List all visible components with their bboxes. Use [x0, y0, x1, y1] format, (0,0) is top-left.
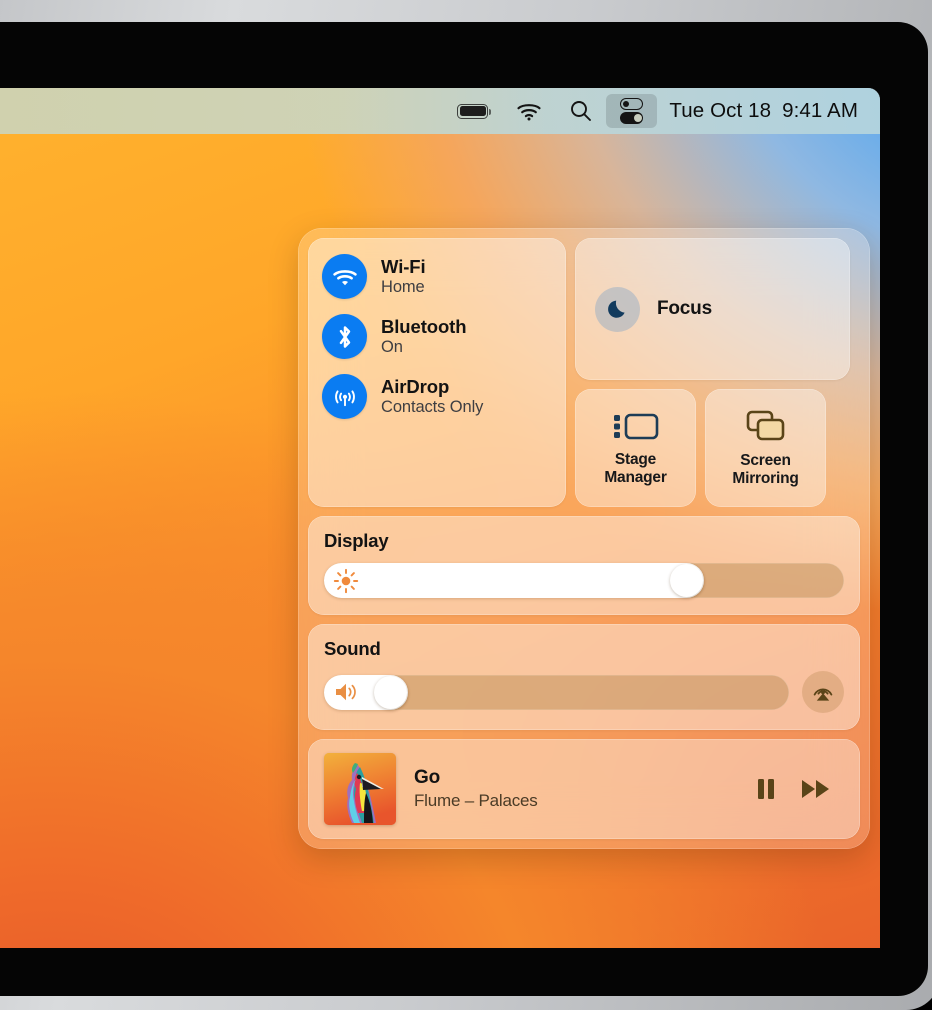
display-module: Display	[308, 516, 860, 615]
control-center-right-column: Focus Stage Manager Screen Mirroring	[575, 238, 850, 507]
menu-bar-clock[interactable]: Tue Oct 18 9:41 AM	[657, 99, 862, 123]
airdrop-control[interactable]: AirDrop Contacts Only	[322, 374, 552, 419]
sound-module: Sound	[308, 624, 860, 730]
macbook-body: Tue Oct 18 9:41 AM Wi-Fi Home Bluetooth …	[0, 0, 932, 1010]
album-artwork[interactable]	[324, 753, 396, 825]
wifi-icon	[322, 254, 367, 299]
sound-airplay-button[interactable]	[802, 671, 844, 713]
display-slider-row	[324, 563, 844, 598]
airdrop-title: AirDrop	[381, 376, 450, 398]
brightness-icon	[333, 568, 359, 593]
pause-button[interactable]	[754, 776, 778, 802]
airdrop-icon	[322, 374, 367, 419]
now-playing-title: Go	[414, 767, 440, 788]
menu-bar-battery[interactable]	[443, 94, 502, 128]
control-center-icon	[620, 98, 644, 124]
bluetooth-title: Bluetooth	[381, 316, 467, 338]
focus-control[interactable]: Focus	[575, 238, 850, 380]
battery-icon	[457, 103, 492, 119]
screen-mirroring-label: Screen Mirroring	[732, 452, 798, 487]
fast-forward-icon	[802, 780, 829, 798]
wifi-title: Wi-Fi	[381, 256, 426, 278]
sound-title: Sound	[324, 638, 381, 659]
focus-label: Focus	[657, 298, 712, 319]
stage-manager-tile[interactable]: Stage Manager	[575, 389, 696, 507]
now-playing-module: Go Flume – Palaces	[308, 739, 860, 839]
stage-manager-icon	[613, 413, 658, 440]
fast-forward-button[interactable]	[800, 776, 832, 802]
screen-mirroring-label-line1: Screen	[740, 452, 791, 469]
display-title: Display	[324, 530, 389, 551]
bluetooth-icon	[322, 314, 367, 359]
sound-slider-row	[324, 671, 844, 713]
wifi-status: Home	[381, 277, 425, 296]
stage-manager-label-line1: Stage	[614, 451, 657, 468]
menu-bar-search[interactable]	[556, 94, 606, 128]
sound-slider[interactable]	[324, 674, 789, 710]
album-art-bird	[324, 753, 396, 825]
airplay-icon	[813, 688, 833, 701]
menu-bar: Tue Oct 18 9:41 AM	[0, 88, 880, 134]
wifi-icon	[517, 104, 542, 121]
now-playing-subtitle: Flume – Palaces	[414, 791, 538, 810]
control-center-top-row: Wi-Fi Home Bluetooth On AirDrop Contacts…	[308, 238, 860, 507]
menu-bar-wifi[interactable]	[502, 94, 556, 128]
control-center-panel: Wi-Fi Home Bluetooth On AirDrop Contacts…	[298, 228, 870, 849]
airdrop-status: Contacts Only	[381, 397, 484, 416]
menu-bar-date: Tue Oct 18	[669, 99, 772, 122]
screen-mirroring-tile[interactable]: Screen Mirroring	[705, 389, 826, 507]
connectivity-module: Wi-Fi Home Bluetooth On AirDrop Contacts…	[308, 238, 566, 507]
volume-icon	[336, 683, 356, 701]
control-center-tiles: Stage Manager Screen Mirroring	[575, 389, 850, 507]
stage-manager-label-line2: Manager	[604, 468, 667, 486]
screen: Tue Oct 18 9:41 AM Wi-Fi Home Bluetooth …	[0, 88, 880, 948]
display-slider-knob[interactable]	[669, 564, 703, 597]
menu-bar-time: 9:41 AM	[782, 99, 858, 122]
stage-manager-label: Stage Manager	[604, 451, 667, 486]
display-slider[interactable]	[324, 563, 844, 598]
sound-slider-knob[interactable]	[373, 675, 407, 709]
bluetooth-control[interactable]: Bluetooth On	[322, 314, 552, 359]
moon-icon	[595, 286, 640, 332]
now-playing-text: Go Flume – Palaces	[414, 767, 736, 811]
menu-bar-control-center[interactable]	[606, 94, 658, 128]
search-icon	[571, 101, 592, 121]
now-playing-controls	[754, 776, 844, 802]
pause-icon	[758, 779, 774, 799]
screen-mirroring-icon	[746, 410, 784, 441]
wifi-control[interactable]: Wi-Fi Home	[322, 254, 552, 299]
screen-mirroring-label-line2: Mirroring	[732, 469, 799, 487]
bluetooth-status: On	[381, 337, 403, 356]
